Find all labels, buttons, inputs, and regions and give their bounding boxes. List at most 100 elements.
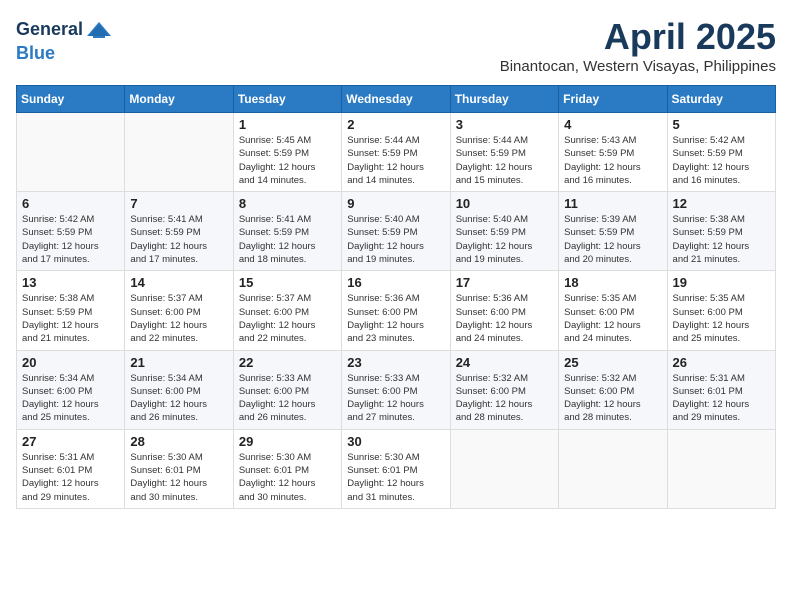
day-info: Sunrise: 5:31 AM Sunset: 6:01 PM Dayligh… (673, 372, 770, 425)
day-number: 26 (673, 355, 770, 370)
calendar-week-row: 27 Sunrise: 5:31 AM Sunset: 6:01 PM Dayli… (17, 429, 776, 508)
calendar-week-row: 1 Sunrise: 5:45 AM Sunset: 5:59 PM Daylig… (17, 113, 776, 192)
day-info: Sunrise: 5:45 AM Sunset: 5:59 PM Dayligh… (239, 134, 336, 187)
calendar-cell (450, 429, 558, 508)
calendar-cell: 13 Sunrise: 5:38 AM Sunset: 5:59 PM Dayli… (17, 271, 125, 350)
day-number: 7 (130, 196, 227, 211)
calendar-cell (17, 113, 125, 192)
calendar-day-header: Wednesday (342, 86, 450, 113)
day-number: 30 (347, 434, 444, 449)
calendar-cell: 11 Sunrise: 5:39 AM Sunset: 5:59 PM Dayli… (559, 192, 667, 271)
day-number: 9 (347, 196, 444, 211)
day-info: Sunrise: 5:42 AM Sunset: 5:59 PM Dayligh… (22, 213, 119, 266)
calendar-body: 1 Sunrise: 5:45 AM Sunset: 5:59 PM Daylig… (17, 113, 776, 509)
day-info: Sunrise: 5:39 AM Sunset: 5:59 PM Dayligh… (564, 213, 661, 266)
day-info: Sunrise: 5:32 AM Sunset: 6:00 PM Dayligh… (456, 372, 553, 425)
calendar-cell: 12 Sunrise: 5:38 AM Sunset: 5:59 PM Dayli… (667, 192, 775, 271)
calendar-cell: 14 Sunrise: 5:37 AM Sunset: 6:00 PM Dayli… (125, 271, 233, 350)
calendar-header: SundayMondayTuesdayWednesdayThursdayFrid… (17, 86, 776, 113)
day-info: Sunrise: 5:34 AM Sunset: 6:00 PM Dayligh… (130, 372, 227, 425)
day-number: 16 (347, 275, 444, 290)
calendar-cell: 26 Sunrise: 5:31 AM Sunset: 6:01 PM Dayli… (667, 350, 775, 429)
day-number: 19 (673, 275, 770, 290)
day-info: Sunrise: 5:35 AM Sunset: 6:00 PM Dayligh… (564, 292, 661, 345)
day-info: Sunrise: 5:37 AM Sunset: 6:00 PM Dayligh… (239, 292, 336, 345)
calendar-cell: 30 Sunrise: 5:30 AM Sunset: 6:01 PM Dayli… (342, 429, 450, 508)
day-info: Sunrise: 5:43 AM Sunset: 5:59 PM Dayligh… (564, 134, 661, 187)
day-info: Sunrise: 5:32 AM Sunset: 6:00 PM Dayligh… (564, 372, 661, 425)
day-info: Sunrise: 5:33 AM Sunset: 6:00 PM Dayligh… (347, 372, 444, 425)
calendar-cell: 17Sunrise: 5:36 AM Sunset: 6:00 PM Dayli… (450, 271, 558, 350)
calendar-cell: 25Sunrise: 5:32 AM Sunset: 6:00 PM Dayli… (559, 350, 667, 429)
day-info: Sunrise: 5:38 AM Sunset: 5:59 PM Dayligh… (673, 213, 770, 266)
day-number: 22 (239, 355, 336, 370)
calendar-cell: 24 Sunrise: 5:32 AM Sunset: 6:00 PM Dayli… (450, 350, 558, 429)
calendar-day-header: Tuesday (233, 86, 341, 113)
day-info: Sunrise: 5:40 AM Sunset: 5:59 PM Dayligh… (347, 213, 444, 266)
day-number: 3 (456, 117, 553, 132)
calendar-cell: 28 Sunrise: 5:30 AM Sunset: 6:01 PM Dayli… (125, 429, 233, 508)
day-number: 13 (22, 275, 119, 290)
day-info: Sunrise: 5:44 AM Sunset: 5:59 PM Dayligh… (456, 134, 553, 187)
day-number: 28 (130, 434, 227, 449)
day-info: Sunrise: 5:34 AM Sunset: 6:00 PM Dayligh… (22, 372, 119, 425)
logo-text: General Blue (16, 16, 113, 64)
day-info: Sunrise: 5:41 AM Sunset: 5:59 PM Dayligh… (239, 213, 336, 266)
day-number: 14 (130, 275, 227, 290)
day-number: 5 (673, 117, 770, 132)
day-info: Sunrise: 5:36 AM Sunset: 6:00 PM Dayligh… (347, 292, 444, 345)
calendar-day-header: Thursday (450, 86, 558, 113)
calendar-cell: 4 Sunrise: 5:43 AM Sunset: 5:59 PM Daylig… (559, 113, 667, 192)
calendar-cell: 10 Sunrise: 5:40 AM Sunset: 5:59 PM Dayli… (450, 192, 558, 271)
day-info: Sunrise: 5:30 AM Sunset: 6:01 PM Dayligh… (130, 451, 227, 504)
logo-icon (85, 16, 113, 44)
calendar-cell: 7 Sunrise: 5:41 AM Sunset: 5:59 PM Daylig… (125, 192, 233, 271)
day-number: 4 (564, 117, 661, 132)
day-info: Sunrise: 5:41 AM Sunset: 5:59 PM Dayligh… (130, 213, 227, 266)
day-number: 17 (456, 275, 553, 290)
day-number: 1 (239, 117, 336, 132)
day-info: Sunrise: 5:44 AM Sunset: 5:59 PM Dayligh… (347, 134, 444, 187)
calendar-day-header: Sunday (17, 86, 125, 113)
day-info: Sunrise: 5:37 AM Sunset: 6:00 PM Dayligh… (130, 292, 227, 345)
calendar-day-header: Monday (125, 86, 233, 113)
day-info: Sunrise: 5:30 AM Sunset: 6:01 PM Dayligh… (239, 451, 336, 504)
calendar-cell: 2 Sunrise: 5:44 AM Sunset: 5:59 PM Daylig… (342, 113, 450, 192)
day-number: 27 (22, 434, 119, 449)
calendar-table: SundayMondayTuesdayWednesdayThursdayFrid… (16, 85, 776, 509)
day-info: Sunrise: 5:31 AM Sunset: 6:01 PM Dayligh… (22, 451, 119, 504)
calendar-cell (559, 429, 667, 508)
calendar-cell: 19 Sunrise: 5:35 AM Sunset: 6:00 PM Dayli… (667, 271, 775, 350)
calendar-cell (667, 429, 775, 508)
day-number: 2 (347, 117, 444, 132)
calendar-cell: 16 Sunrise: 5:36 AM Sunset: 6:00 PM Dayli… (342, 271, 450, 350)
location-title: Binantocan, Western Visayas, Philippines (500, 58, 776, 75)
calendar-cell: 21 Sunrise: 5:34 AM Sunset: 6:00 PM Dayli… (125, 350, 233, 429)
day-number: 12 (673, 196, 770, 211)
day-number: 10 (456, 196, 553, 211)
day-number: 20 (22, 355, 119, 370)
calendar-cell: 29Sunrise: 5:30 AM Sunset: 6:01 PM Dayli… (233, 429, 341, 508)
calendar-cell: 9 Sunrise: 5:40 AM Sunset: 5:59 PM Daylig… (342, 192, 450, 271)
day-info: Sunrise: 5:40 AM Sunset: 5:59 PM Dayligh… (456, 213, 553, 266)
month-title: April 2025 (500, 16, 776, 58)
calendar-day-header: Friday (559, 86, 667, 113)
day-info: Sunrise: 5:35 AM Sunset: 6:00 PM Dayligh… (673, 292, 770, 345)
calendar-cell: 5Sunrise: 5:42 AM Sunset: 5:59 PM Daylig… (667, 113, 775, 192)
title-block: April 2025 Binantocan, Western Visayas, … (500, 16, 776, 75)
calendar-cell: 1 Sunrise: 5:45 AM Sunset: 5:59 PM Daylig… (233, 113, 341, 192)
day-info: Sunrise: 5:38 AM Sunset: 5:59 PM Dayligh… (22, 292, 119, 345)
calendar-day-header: Saturday (667, 86, 775, 113)
day-number: 6 (22, 196, 119, 211)
day-number: 11 (564, 196, 661, 211)
calendar-cell: 23Sunrise: 5:33 AM Sunset: 6:00 PM Dayli… (342, 350, 450, 429)
calendar-cell: 18Sunrise: 5:35 AM Sunset: 6:00 PM Dayli… (559, 271, 667, 350)
calendar-cell (125, 113, 233, 192)
calendar-week-row: 20 Sunrise: 5:34 AM Sunset: 6:00 PM Dayli… (17, 350, 776, 429)
calendar-cell: 6 Sunrise: 5:42 AM Sunset: 5:59 PM Daylig… (17, 192, 125, 271)
day-info: Sunrise: 5:30 AM Sunset: 6:01 PM Dayligh… (347, 451, 444, 504)
calendar-cell: 3 Sunrise: 5:44 AM Sunset: 5:59 PM Daylig… (450, 113, 558, 192)
day-number: 21 (130, 355, 227, 370)
day-number: 24 (456, 355, 553, 370)
calendar-cell: 15Sunrise: 5:37 AM Sunset: 6:00 PM Dayli… (233, 271, 341, 350)
